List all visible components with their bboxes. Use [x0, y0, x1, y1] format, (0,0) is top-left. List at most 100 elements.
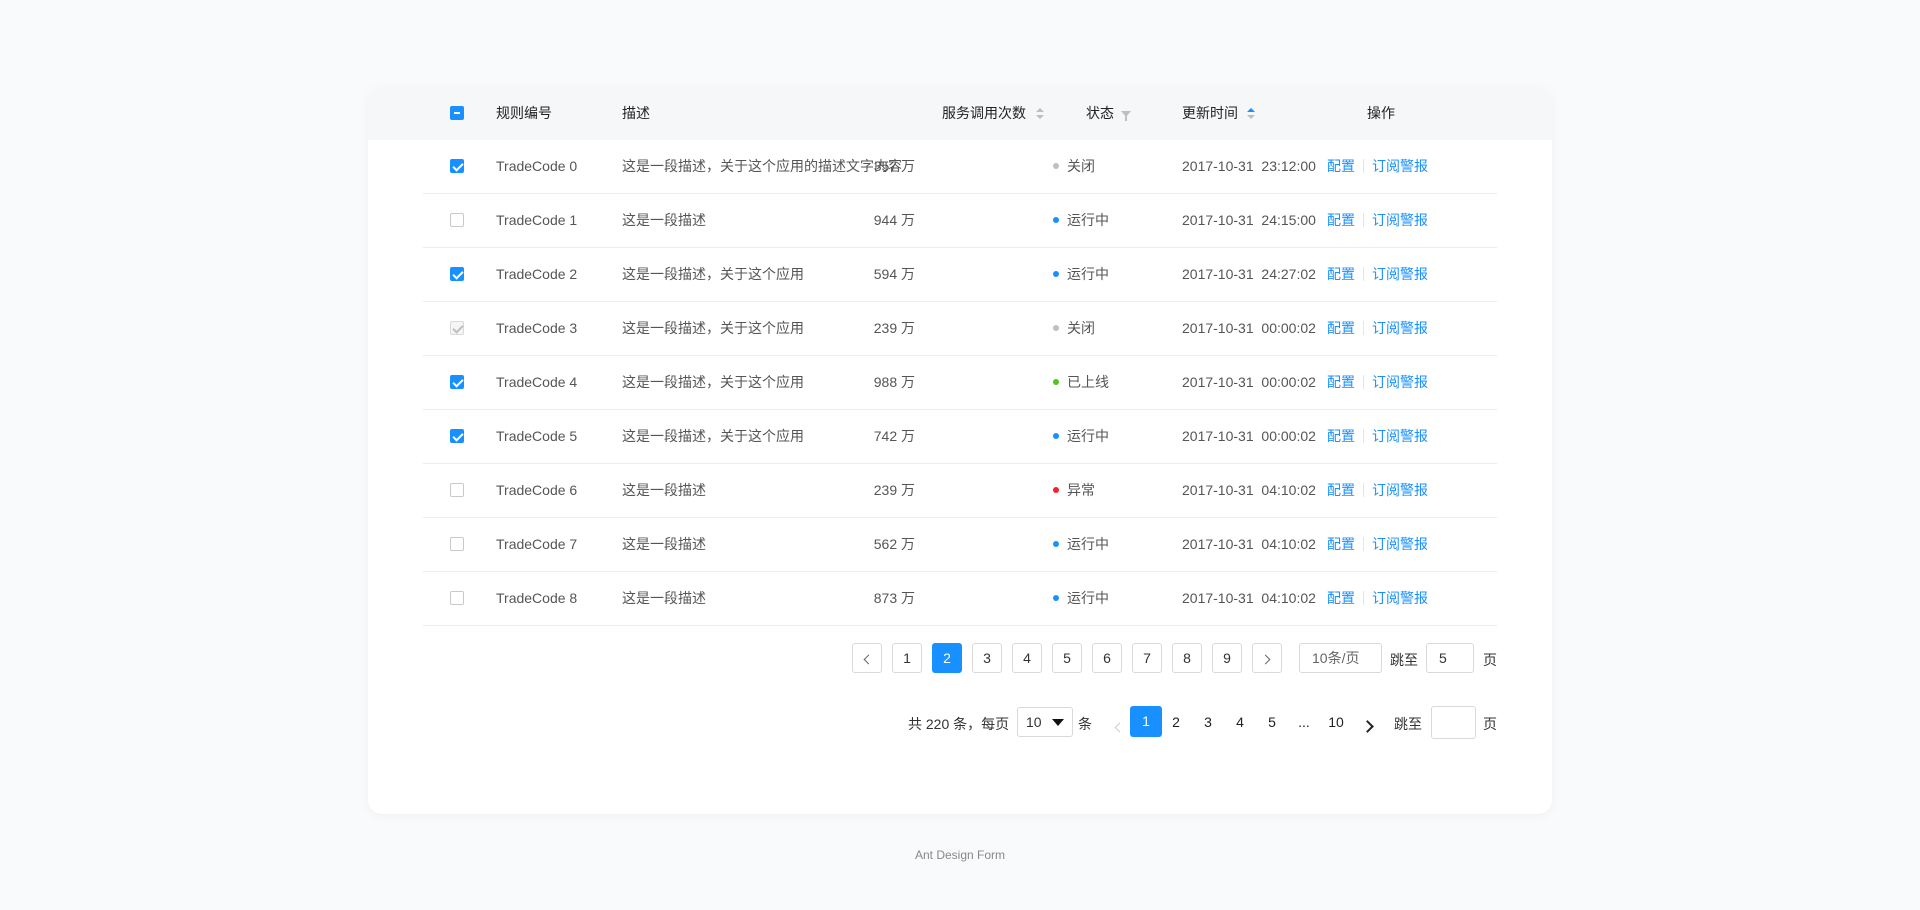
table-row: TradeCode 5 这是一段描述，关于这个应用 742 万 运行中 2017-10-…: [423, 410, 1497, 464]
action-divider: [1363, 537, 1364, 552]
subscribe-alert-link[interactable]: 订阅警报: [1372, 536, 1428, 552]
row-actions: 配置 订阅警报: [1327, 248, 1428, 301]
status-dot: [1053, 433, 1059, 440]
updated-time: 04:10:02: [1261, 590, 1316, 606]
row-actions: 配置 订阅警报: [1327, 518, 1428, 571]
page-button-5[interactable]: 5: [1052, 643, 1082, 673]
config-link[interactable]: 配置: [1327, 320, 1355, 336]
subscribe-alert-link[interactable]: 订阅警报: [1372, 374, 1428, 390]
status-text: 运行中: [1067, 428, 1109, 444]
page-link-5[interactable]: 5: [1259, 708, 1285, 736]
page-button-2[interactable]: 2: [932, 643, 962, 673]
row-status: 运行中: [1053, 518, 1109, 571]
row-updated: 2017-10-31 24:15:00: [1182, 194, 1316, 247]
updated-date: 2017-10-31: [1182, 212, 1254, 228]
jump-label: 跳至: [1390, 652, 1418, 668]
row-status: 运行中: [1053, 194, 1109, 247]
page-size-dropdown[interactable]: 10: [1017, 707, 1073, 737]
page-link-1[interactable]: 1: [1130, 706, 1162, 737]
jump-input[interactable]: 5: [1426, 643, 1474, 673]
subscribe-alert-link[interactable]: 订阅警报: [1372, 266, 1428, 282]
config-link[interactable]: 配置: [1327, 590, 1355, 606]
next-page-icon[interactable]: [1361, 718, 1375, 736]
row-code: TradeCode 1: [496, 212, 578, 228]
row-code: TradeCode 2: [496, 266, 578, 282]
page-button-6[interactable]: 6: [1092, 643, 1122, 673]
row-calls: 594 万: [873, 266, 915, 282]
updated-time: 00:00:02: [1261, 428, 1316, 444]
subscribe-alert-link[interactable]: 订阅警报: [1372, 428, 1428, 444]
status-dot: [1053, 541, 1059, 548]
config-link[interactable]: 配置: [1327, 482, 1355, 498]
status-text: 运行中: [1067, 536, 1109, 552]
row-checkbox[interactable]: [450, 429, 464, 443]
status-text: 异常: [1067, 482, 1095, 498]
updated-time: 24:27:02: [1261, 266, 1316, 282]
subscribe-alert-link[interactable]: 订阅警报: [1372, 590, 1428, 606]
prev-page-icon[interactable]: [1113, 718, 1125, 736]
total-text: 共 220 条，每页: [908, 716, 1010, 732]
page-link-10[interactable]: 10: [1323, 708, 1349, 736]
subscribe-alert-link[interactable]: 订阅警报: [1372, 212, 1428, 228]
row-checkbox[interactable]: [450, 213, 464, 227]
updated-sort-icon[interactable]: [1247, 108, 1255, 120]
status-filter-icon[interactable]: [1121, 111, 1131, 121]
caret-down-icon: [1052, 719, 1064, 726]
status-text: 已上线: [1067, 374, 1109, 390]
row-checkbox[interactable]: [450, 537, 464, 551]
config-link[interactable]: 配置: [1327, 374, 1355, 390]
page-link-4[interactable]: 4: [1227, 708, 1253, 736]
page-button-1[interactable]: 1: [892, 643, 922, 673]
column-header-status: 状态: [1086, 105, 1114, 121]
row-desc: 这是一段描述，关于这个应用: [622, 320, 804, 336]
row-code: TradeCode 0: [496, 158, 578, 174]
column-header-updated[interactable]: 更新时间: [1182, 87, 1238, 140]
row-calls: 742 万: [873, 428, 915, 444]
calls-sort-icon[interactable]: [1036, 108, 1044, 120]
row-checkbox[interactable]: [450, 267, 464, 281]
jump-label-2: 跳至: [1394, 716, 1422, 732]
page-size-select[interactable]: 10条/页: [1299, 643, 1382, 673]
row-desc: 这是一段描述，关于这个应用: [622, 428, 804, 444]
page-link-3[interactable]: 3: [1195, 708, 1221, 736]
subscribe-alert-link[interactable]: 订阅警报: [1372, 482, 1428, 498]
config-link[interactable]: 配置: [1327, 158, 1355, 174]
page-link-2[interactable]: 2: [1163, 708, 1189, 736]
config-link[interactable]: 配置: [1327, 428, 1355, 444]
page-ellipsis: ...: [1298, 714, 1310, 730]
page-button-3[interactable]: 3: [972, 643, 1002, 673]
row-desc: 这是一段描述，关于这个应用: [622, 266, 804, 282]
subscribe-alert-link[interactable]: 订阅警报: [1372, 158, 1428, 174]
config-link[interactable]: 配置: [1327, 536, 1355, 552]
row-desc: 这是一段描述: [622, 482, 706, 498]
row-checkbox[interactable]: [450, 591, 464, 605]
page-button-8[interactable]: 8: [1172, 643, 1202, 673]
next-page-button[interactable]: [1252, 643, 1282, 673]
subscribe-alert-link[interactable]: 订阅警报: [1372, 320, 1428, 336]
action-divider: [1363, 591, 1364, 606]
status-dot: [1053, 595, 1059, 602]
page-button-9[interactable]: 9: [1212, 643, 1242, 673]
updated-date: 2017-10-31: [1182, 428, 1254, 444]
row-checkbox[interactable]: [450, 483, 464, 497]
page-button-4[interactable]: 4: [1012, 643, 1042, 673]
row-calls: 239 万: [873, 482, 915, 498]
status-dot: [1053, 379, 1059, 386]
action-divider: [1363, 375, 1364, 390]
action-divider: [1363, 267, 1364, 282]
status-dot: [1053, 163, 1059, 170]
config-link[interactable]: 配置: [1327, 212, 1355, 228]
prev-page-button[interactable]: [852, 643, 882, 673]
select-all-checkbox[interactable]: [450, 106, 464, 120]
row-desc: 这是一段描述: [622, 212, 706, 228]
page-size-value: 10: [1026, 714, 1042, 730]
column-header-calls[interactable]: 服务调用次数: [942, 87, 1026, 140]
jump-input-2[interactable]: [1431, 706, 1476, 739]
pagination-simple: 共 220 条，每页 10 条 1 2 3 4 5... 10 跳至 页: [368, 706, 1552, 739]
config-link[interactable]: 配置: [1327, 266, 1355, 282]
row-checkbox[interactable]: [450, 159, 464, 173]
page-button-7[interactable]: 7: [1132, 643, 1162, 673]
updated-date: 2017-10-31: [1182, 320, 1254, 336]
action-divider: [1363, 213, 1364, 228]
row-checkbox[interactable]: [450, 375, 464, 389]
